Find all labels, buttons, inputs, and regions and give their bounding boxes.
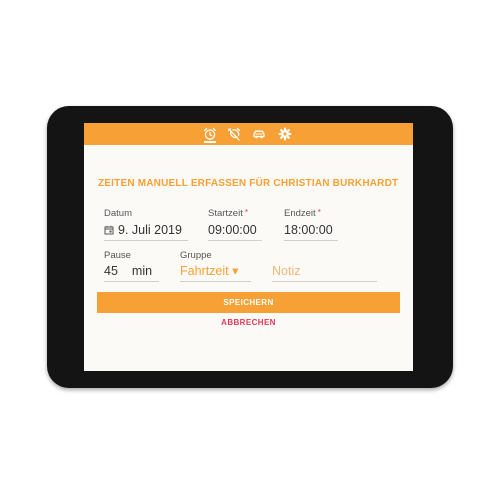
car-icon[interactable]: [251, 126, 267, 142]
alarm-off-icon[interactable]: [226, 126, 242, 142]
pause-unit: min: [131, 264, 153, 278]
active-tab-indicator: [204, 141, 216, 143]
app-screen: ZEITEN MANUELL ERFASSEN FÜR CHRISTIAN BU…: [84, 123, 413, 371]
group-label: Gruppe: [180, 250, 212, 261]
save-button[interactable]: SPEICHERN: [97, 292, 400, 313]
required-marker: *: [317, 208, 321, 217]
pause-value: 45: [104, 264, 118, 278]
pause-field[interactable]: 45 min: [104, 264, 159, 282]
end-time-label: Endzeit *: [284, 208, 321, 219]
top-navigation-bar: [84, 123, 413, 145]
date-value: 9. Juli 2019: [118, 223, 182, 237]
group-select[interactable]: Fahrtzeit ▾: [180, 264, 251, 282]
end-time-field[interactable]: 18:00:00: [284, 223, 338, 241]
start-time-label: Startzeit *: [208, 208, 248, 219]
chevron-down-icon: ▾: [232, 264, 239, 278]
cancel-button[interactable]: ABBRECHEN: [97, 318, 400, 330]
required-marker: *: [244, 208, 248, 217]
note-input[interactable]: Notiz: [272, 264, 377, 282]
group-value: Fahrtzeit: [180, 264, 229, 278]
start-time-field[interactable]: 09:00:00: [208, 223, 262, 241]
calendar-icon: [104, 225, 114, 235]
page-title: ZEITEN MANUELL ERFASSEN FÜR CHRISTIAN BU…: [98, 178, 399, 189]
alarm-clock-icon[interactable]: [202, 126, 218, 143]
date-field[interactable]: 9. Juli 2019: [104, 223, 188, 241]
start-time-label-text: Startzeit: [208, 208, 243, 219]
pause-label: Pause: [104, 250, 131, 261]
gear-icon[interactable]: [277, 126, 293, 142]
end-time-label-text: Endzeit: [284, 208, 316, 219]
date-label: Datum: [104, 208, 132, 219]
